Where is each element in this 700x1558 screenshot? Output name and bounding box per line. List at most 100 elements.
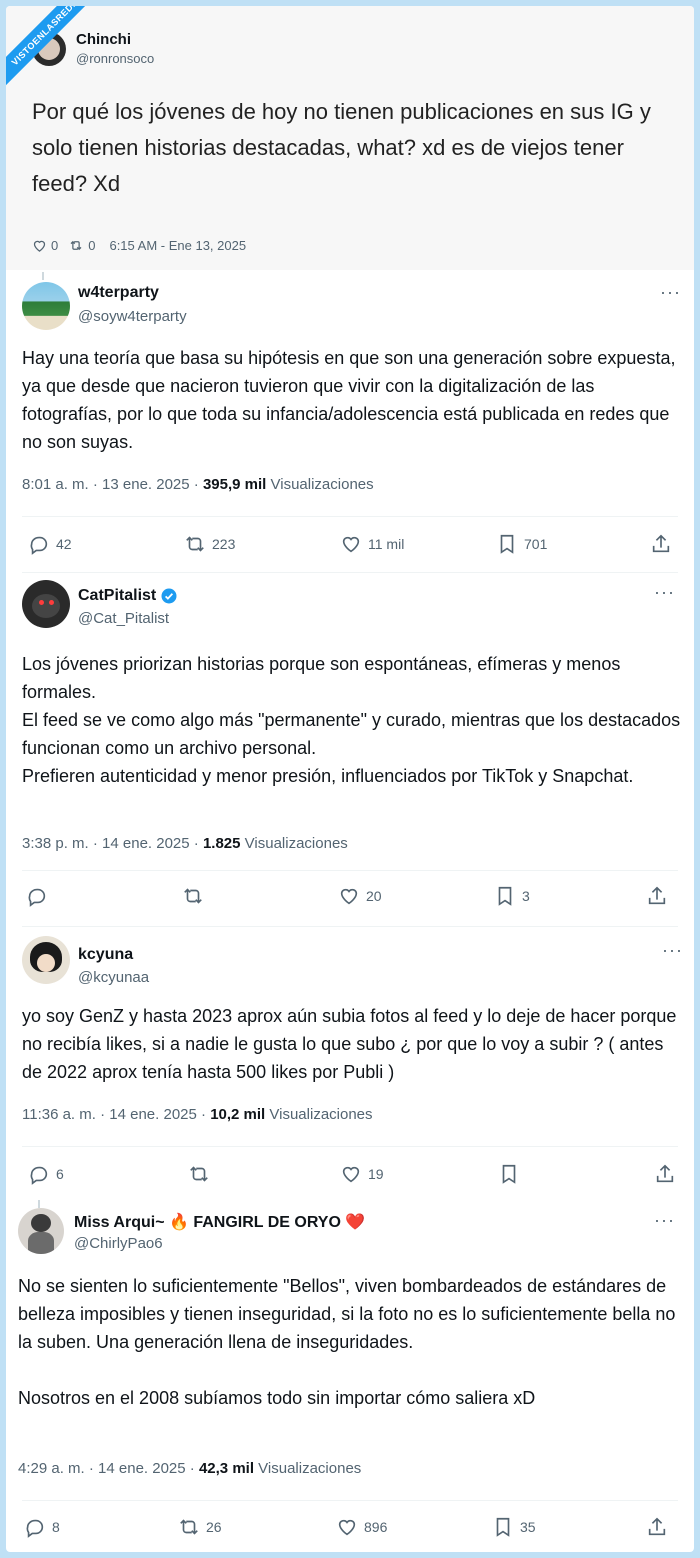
author-handle[interactable]: @ronronsoco — [76, 51, 154, 66]
retweet-count: 0 — [88, 238, 96, 253]
retweet-icon[interactable] — [68, 238, 84, 253]
avatar[interactable] — [18, 1208, 64, 1254]
author-name[interactable]: w4terparty — [78, 284, 159, 302]
repost-button[interactable]: 223 — [184, 533, 235, 555]
reply-count: 42 — [56, 536, 72, 552]
share-button[interactable] — [650, 533, 672, 555]
like-button[interactable]: 896 — [336, 1516, 387, 1538]
views-label: Visualizaciones — [254, 1460, 362, 1477]
bookmark-count: 35 — [520, 1519, 536, 1535]
bookmark-icon — [502, 1164, 516, 1184]
share-icon — [648, 886, 666, 905]
reply-button[interactable] — [26, 885, 54, 907]
author-name[interactable]: kcyuna — [78, 946, 133, 964]
views-label: Visualizaciones — [266, 476, 374, 493]
post-meta: 4:29 a. m. · 14 ene. 2025 · 42,3 mil Vis… — [18, 1460, 361, 1477]
bookmark-button[interactable]: 701 — [496, 533, 547, 555]
post-text: Por qué los jóvenes de hoy no tienen pub… — [32, 99, 651, 196]
views-label: Visualizaciones — [265, 1106, 373, 1123]
bookmark-button[interactable]: 3 — [494, 885, 530, 907]
like-count: 896 — [364, 1519, 388, 1535]
repost-button[interactable] — [188, 1163, 216, 1185]
post-text: Los jóvenes priorizan historias porque s… — [22, 654, 681, 786]
views-label: Visualizaciones — [240, 835, 348, 852]
share-button[interactable] — [654, 1163, 676, 1185]
reply-icon — [30, 1166, 48, 1185]
more-options-icon[interactable]: ··· — [654, 582, 675, 603]
author-handle[interactable]: @kcyunaa — [78, 969, 149, 986]
like-button[interactable]: 19 — [340, 1163, 384, 1185]
author-name[interactable]: Miss Arqui~ 🔥 FANGIRL DE ORYO ❤️ — [74, 1212, 365, 1232]
reply-count: 6 — [56, 1166, 64, 1182]
like-count: 20 — [366, 888, 382, 904]
post-meta: 3:38 p. m. · 14 ene. 2025 · 1.825 Visual… — [22, 835, 348, 852]
heart-icon — [342, 1166, 360, 1183]
bookmark-icon — [500, 534, 514, 554]
divider — [22, 516, 678, 517]
view-count: 1.825 — [202, 835, 241, 852]
divider — [22, 572, 678, 573]
view-count: 42,3 mil — [198, 1460, 254, 1477]
more-options-icon[interactable]: ··· — [662, 940, 683, 961]
bookmark-count: 701 — [524, 536, 548, 552]
original-post: Chinchi @ronronsoco Por qué los jóvenes … — [6, 6, 694, 270]
share-button[interactable] — [646, 885, 668, 907]
share-icon — [652, 534, 670, 553]
repost-button[interactable] — [182, 885, 210, 907]
post-meta: 11:36 a. m. · 14 ene. 2025 · 10,2 mil Vi… — [22, 1106, 373, 1123]
more-options-icon[interactable]: ··· — [660, 282, 681, 303]
repost-button[interactable]: 26 — [178, 1516, 222, 1538]
repost-icon — [186, 536, 204, 552]
reply-button[interactable]: 8 — [24, 1516, 60, 1538]
reply-icon — [28, 888, 46, 907]
bookmark-button[interactable] — [498, 1163, 526, 1185]
more-options-icon[interactable]: ··· — [654, 1210, 675, 1231]
author-handle[interactable]: @ChirlyPao6 — [74, 1235, 163, 1252]
bookmark-count: 3 — [522, 888, 530, 904]
reply-button[interactable]: 42 — [28, 533, 72, 555]
heart-icon — [338, 1519, 356, 1536]
author-name-text: CatPitalist — [78, 587, 157, 604]
like-button[interactable]: 20 — [338, 885, 382, 907]
reply-icon — [30, 536, 48, 555]
author-handle[interactable]: @Cat_Pitalist — [78, 610, 169, 627]
bookmark-icon — [496, 1517, 510, 1537]
post-time[interactable]: 3:38 p. m. · 14 ene. 2025 · — [22, 835, 203, 852]
author-handle[interactable]: @soyw4terparty — [78, 308, 187, 325]
reply-count: 8 — [52, 1519, 60, 1535]
repost-icon — [180, 1519, 198, 1535]
avatar[interactable] — [22, 580, 70, 628]
like-count: 11 mil — [368, 536, 405, 552]
repost-count: 26 — [206, 1519, 222, 1535]
thread-line — [42, 272, 44, 280]
post-text: No se sienten lo suficientemente "Bellos… — [18, 1276, 676, 1408]
view-count: 395,9 mil — [202, 476, 267, 493]
post-time[interactable]: 4:29 a. m. · 14 ene. 2025 · — [18, 1460, 199, 1477]
post-text: yo soy GenZ y hasta 2023 aprox aún subia… — [22, 1006, 677, 1082]
share-button[interactable] — [646, 1516, 668, 1538]
verified-badge-icon — [161, 588, 177, 604]
divider — [22, 870, 678, 871]
heart-icon — [340, 888, 358, 905]
post-meta: 8:01 a. m. · 13 ene. 2025 · 395,9 mil Vi… — [22, 476, 374, 493]
author-name[interactable]: Chinchi — [76, 31, 131, 48]
thread-line — [38, 1200, 40, 1208]
bookmark-button[interactable]: 35 — [492, 1516, 536, 1538]
post-text: Hay una teoría que basa su hipótesis en … — [22, 348, 676, 452]
share-icon — [656, 1164, 674, 1183]
like-button[interactable]: 11 mil — [340, 533, 404, 555]
post-meta: 0 0 6:15 AM - Ene 13, 2025 — [32, 238, 246, 253]
reply-icon — [26, 1519, 44, 1538]
reply-button[interactable]: 6 — [28, 1163, 64, 1185]
heart-icon[interactable] — [32, 238, 47, 253]
like-count: 0 — [51, 238, 59, 253]
avatar[interactable] — [22, 282, 70, 330]
author-name[interactable]: CatPitalist — [78, 587, 178, 605]
post-time[interactable]: 11:36 a. m. · 14 ene. 2025 · — [22, 1106, 210, 1123]
avatar[interactable] — [22, 936, 70, 984]
divider — [22, 926, 678, 927]
post-time[interactable]: 8:01 a. m. · 13 ene. 2025 · — [22, 476, 203, 493]
post-timestamp: 6:15 AM - Ene 13, 2025 — [109, 238, 247, 253]
heart-icon — [342, 536, 360, 553]
view-count: 10,2 mil — [210, 1106, 266, 1123]
